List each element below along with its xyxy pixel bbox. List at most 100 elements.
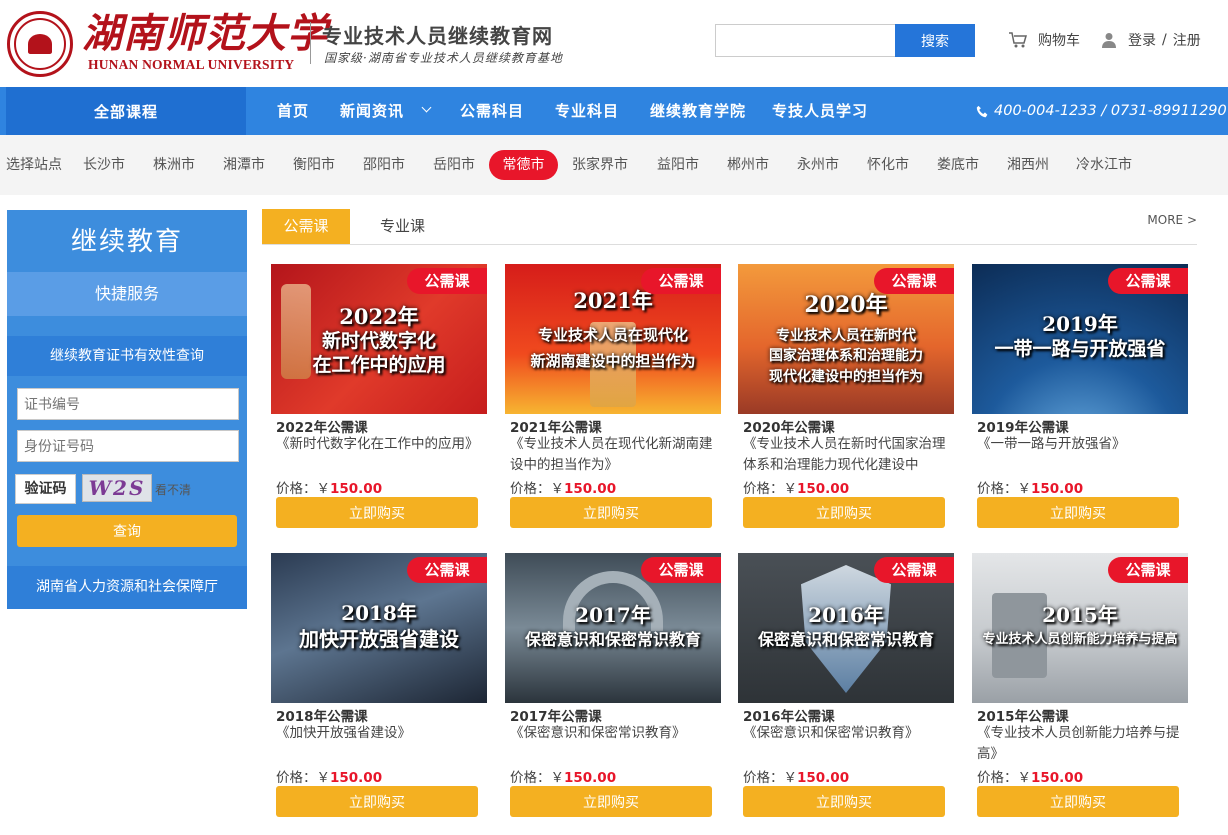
station-item[interactable]: 长沙市 (83, 135, 125, 195)
nav-item-news[interactable]: 新闻资讯 (340, 87, 404, 135)
more-link[interactable]: MORE > (1147, 213, 1197, 227)
thumbnail-year: 2022年 (339, 304, 419, 329)
station-item[interactable]: 湘潭市 (223, 135, 265, 195)
course-price: 价格：￥150.00 (743, 481, 850, 497)
main-nav: 全部课程 首页 新闻资讯 公需科目 专业科目 继续教育学院 专技人员学习 400… (0, 87, 1228, 135)
id-number-input[interactable] (17, 430, 239, 462)
course-tag: 公需课 (407, 557, 487, 583)
course-desc[interactable]: 《专业技术人员在新时代国家治理体系和治理能力现代化建设中 (743, 434, 951, 476)
captcha-label: 验证码 (15, 474, 76, 504)
user-links: 登录 / 注册 (1102, 30, 1201, 50)
buy-button[interactable]: 立即购买 (276, 497, 478, 528)
tab-public-courses[interactable]: 公需课 (262, 209, 350, 244)
university-logo-text[interactable]: 湖南师范大学 (82, 10, 328, 58)
course-year-label: 2018年公需课 (276, 709, 368, 725)
course-price: 价格：￥150.00 (743, 770, 850, 786)
station-item[interactable]: 张家界市 (572, 135, 628, 195)
phone-text: 400-004-1233 / 0731-89911290 (994, 103, 1227, 119)
course-year-label: 2019年公需课 (977, 420, 1069, 436)
all-courses-button[interactable]: 全部课程 (6, 87, 246, 135)
course-price: 价格：￥150.00 (510, 770, 617, 786)
cart-link[interactable]: 购物车 (1008, 30, 1080, 50)
nav-item-home[interactable]: 首页 (277, 87, 309, 135)
course-year-label: 2020年公需课 (743, 420, 835, 436)
buy-button[interactable]: 立即购买 (510, 497, 712, 528)
thumbnail-year: 2020年 (804, 292, 888, 318)
thumbnail-year: 2018年 (341, 601, 417, 625)
station-item[interactable]: 益阳市 (657, 135, 699, 195)
course-year-label: 2015年公需课 (977, 709, 1069, 725)
thumbnail-year: 2019年 (1042, 312, 1118, 336)
station-item-active[interactable]: 常德市 (489, 150, 558, 180)
course-tag: 公需课 (1108, 268, 1188, 294)
quick-service-link[interactable]: 快捷服务 (7, 272, 247, 316)
register-link[interactable]: 注册 (1173, 30, 1201, 50)
query-button[interactable]: 查询 (17, 515, 237, 547)
university-logo-english: HUNAN NORMAL UNIVERSITY (88, 57, 295, 72)
course-desc[interactable]: 《保密意识和保密常识教育》 (510, 723, 718, 744)
course-year-label: 2017年公需课 (510, 709, 602, 725)
course-tag: 公需课 (1108, 557, 1188, 583)
station-item[interactable]: 岳阳市 (433, 135, 475, 195)
search-input[interactable] (715, 24, 895, 57)
tab-professional-courses[interactable]: 专业课 (380, 209, 425, 244)
station-item[interactable]: 邵阳市 (363, 135, 405, 195)
station-item[interactable]: 衡阳市 (293, 135, 335, 195)
thumbnail-title: 专业技术人员在现代化 新湖南建设中的担当作为 (530, 326, 696, 371)
cart-icon (1009, 32, 1027, 48)
nav-item-learning[interactable]: 专技人员学习 (772, 87, 868, 135)
station-item[interactable]: 郴州市 (727, 135, 769, 195)
course-year-label: 2016年公需课 (743, 709, 835, 725)
cart-label: 购物车 (1038, 33, 1080, 49)
course-price: 价格：￥150.00 (977, 770, 1084, 786)
station-item[interactable]: 娄底市 (937, 135, 979, 195)
certificate-verify-title: 继续教育证书有效性查询 (7, 336, 247, 376)
nav-item-public-courses[interactable]: 公需科目 (460, 87, 524, 135)
course-desc[interactable]: 《加快开放强省建设》 (276, 723, 484, 744)
course-desc[interactable]: 《保密意识和保密常识教育》 (743, 723, 951, 744)
course-year-label: 2021年公需课 (510, 420, 602, 436)
course-desc[interactable]: 《新时代数字化在工作中的应用》 (276, 434, 484, 455)
thumbnail-title: 保密意识和保密常识教育 (524, 630, 701, 649)
buy-button[interactable]: 立即购买 (743, 786, 945, 817)
thumbnail-title: 加快开放强省建设 (299, 627, 459, 651)
station-item[interactable]: 株洲市 (153, 135, 195, 195)
nav-item-college[interactable]: 继续教育学院 (650, 87, 746, 135)
buy-button[interactable]: 立即购买 (276, 786, 478, 817)
site-name: 专业技术人员继续教育网 (322, 24, 553, 48)
certificate-number-input[interactable] (17, 388, 239, 420)
course-desc[interactable]: 《一带一路与开放强省》 (977, 434, 1185, 455)
buy-button[interactable]: 立即购买 (743, 497, 945, 528)
thumbnail-title: 专业技术人员创新能力培养与提高 (982, 632, 1178, 647)
sidebar-footer-link[interactable]: 湖南省人力资源和社会保障厅 (7, 566, 247, 609)
thumbnail-title: 一带一路与开放强省 (994, 338, 1166, 360)
station-item[interactable]: 怀化市 (867, 135, 909, 195)
thumbnail-title: 新时代数字化 在工作中的应用 (312, 330, 446, 376)
search-button[interactable]: 搜索 (895, 24, 975, 57)
buy-button[interactable]: 立即购买 (977, 497, 1179, 528)
captcha-refresh-link[interactable]: 看不清 (155, 481, 191, 498)
university-seal-icon[interactable] (7, 11, 73, 77)
phone-icon (976, 105, 988, 117)
course-price: 价格：￥150.00 (276, 770, 383, 786)
course-tag: 公需课 (874, 557, 954, 583)
phone-number: 400-004-1233 / 0731-89911290 (976, 87, 1227, 135)
station-item[interactable]: 冷水江市 (1076, 135, 1132, 195)
course-desc[interactable]: 《专业技术人员在现代化新湖南建设中的担当作为》 (510, 434, 718, 476)
login-link[interactable]: 登录 (1128, 30, 1156, 50)
course-price: 价格：￥150.00 (510, 481, 617, 497)
site-subtitle: 国家级·湖南省专业技术人员继续教育基地 (324, 51, 563, 65)
station-item[interactable]: 湘西州 (1007, 135, 1049, 195)
thumbnail-title: 专业技术人员在新时代 国家治理体系和治理能力 现代化建设中的担当作为 (769, 328, 923, 385)
thumbnail-year: 2015年 (1042, 603, 1118, 627)
buy-button[interactable]: 立即购买 (977, 786, 1179, 817)
thumbnail-year: 2017年 (575, 603, 651, 627)
user-icon (1102, 33, 1116, 48)
course-tag: 公需课 (407, 268, 487, 294)
thumbnail-title: 保密意识和保密常识教育 (757, 630, 934, 649)
nav-item-professional-courses[interactable]: 专业科目 (555, 87, 619, 135)
course-desc[interactable]: 《专业技术人员创新能力培养与提高》 (977, 723, 1185, 765)
station-item[interactable]: 永州市 (797, 135, 839, 195)
buy-button[interactable]: 立即购买 (510, 786, 712, 817)
captcha-image[interactable]: W2S (82, 474, 152, 502)
